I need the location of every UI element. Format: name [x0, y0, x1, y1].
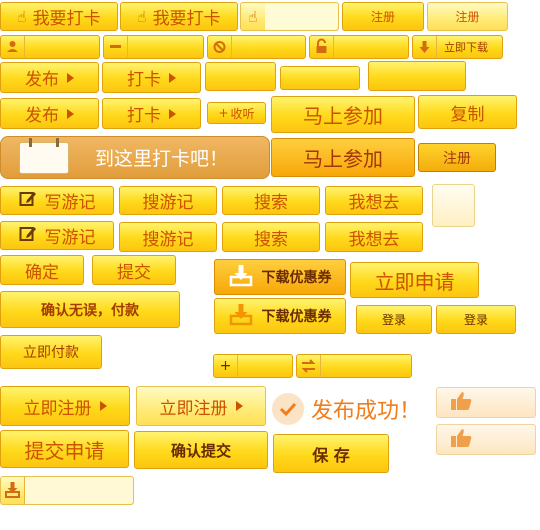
arrow-right-icon [67, 108, 74, 119]
register-button-dark[interactable]: 注册 [418, 143, 496, 172]
search-notes-button-1[interactable]: 搜游记 [119, 186, 217, 215]
pencil-edit-icon [19, 225, 37, 247]
register-now-button-2[interactable]: 立即注册 [136, 386, 266, 426]
register-button[interactable]: 注册 [342, 2, 424, 31]
register-button-light[interactable]: 注册 [427, 2, 508, 31]
follow-button[interactable]: + 收听 [207, 102, 266, 124]
like-button-2[interactable] [436, 424, 536, 455]
blank-button-2[interactable] [280, 66, 360, 90]
pointing-hand-icon: ☝ [248, 8, 258, 26]
search-notes-button-2[interactable]: 搜游记 [119, 222, 217, 252]
submit-application-button[interactable]: 提交申请 [0, 430, 129, 468]
arrow-right-icon [169, 72, 176, 83]
arrow-right-icon [235, 401, 243, 411]
pay-now-button[interactable]: 立即付款 [0, 335, 102, 369]
checkin-button-1[interactable]: ☝ 我要打卡 [0, 2, 118, 31]
download-now-button[interactable]: 立即下载 [412, 35, 503, 59]
download-arrow-icon [229, 263, 253, 291]
checkin-arrow-button-2[interactable]: 打卡 [102, 98, 201, 129]
join-now-button-2[interactable]: 马上参加 [271, 138, 415, 177]
check-circle-icon [272, 393, 304, 425]
download-arrow-icon [229, 302, 253, 330]
user-icon [1, 36, 25, 58]
checkin-button-2[interactable]: ☝ 我要打卡 [120, 2, 238, 31]
pointing-hand-icon: ☝ [137, 7, 147, 26]
swap-input[interactable] [296, 354, 412, 378]
arrow-right-icon [169, 108, 176, 119]
publish-button-2[interactable]: 发布 [0, 98, 99, 129]
register-now-button-1[interactable]: 立即注册 [0, 386, 130, 426]
user-input[interactable] [0, 35, 100, 59]
thumbs-up-icon [450, 428, 472, 452]
search-button-1[interactable]: 搜索 [222, 186, 320, 215]
forbidden-icon [208, 36, 232, 58]
confirm-pay-button[interactable]: 确认无误，付款 [0, 291, 180, 328]
plus-icon: + [214, 355, 238, 377]
publish-button-1[interactable]: 发布 [0, 62, 99, 93]
lock-icon [310, 36, 334, 58]
want-to-go-button-1[interactable]: 我想去 [325, 186, 423, 215]
download-arrow-icon [1, 477, 25, 504]
blank-button-3[interactable] [368, 61, 466, 91]
download-arrow-icon [413, 36, 437, 58]
pointing-hand-icon: ☝ [17, 7, 27, 26]
confirm-button[interactable]: 确定 [0, 255, 84, 285]
swap-arrows-icon [297, 355, 321, 377]
write-note-button-2[interactable]: 写游记 [0, 221, 114, 250]
apply-now-button[interactable]: 立即申请 [350, 262, 479, 298]
minus-icon [104, 36, 128, 58]
blank-square[interactable] [432, 184, 475, 227]
checkin-arrow-button-1[interactable]: 打卡 [102, 62, 201, 93]
calendar-icon [19, 137, 69, 174]
forbidden-input[interactable] [207, 35, 306, 59]
plus-input[interactable]: + [213, 354, 293, 378]
pencil-edit-icon [19, 190, 37, 212]
minus-input[interactable] [103, 35, 204, 59]
login-button-2[interactable]: 登录 [436, 305, 516, 334]
submit-button[interactable]: 提交 [92, 255, 176, 285]
login-button-1[interactable]: 登录 [356, 305, 432, 334]
checkin-here-banner[interactable]: 到这里打卡吧！ [0, 136, 270, 179]
confirm-submit-button[interactable]: 确认提交 [134, 431, 268, 469]
download-input[interactable] [0, 476, 134, 505]
lock-input[interactable] [309, 35, 409, 59]
arrow-right-icon [99, 401, 107, 411]
checkin-icon-field[interactable]: ☝ [240, 2, 339, 31]
like-button-1[interactable] [436, 387, 536, 418]
write-note-button-1[interactable]: 写游记 [0, 186, 114, 215]
join-now-button-1[interactable]: 马上参加 [271, 96, 415, 133]
copy-button[interactable]: 复制 [418, 95, 517, 129]
thumbs-up-icon [450, 391, 472, 415]
save-button[interactable]: 保 存 [273, 434, 389, 473]
search-button-2[interactable]: 搜索 [222, 222, 320, 252]
blank-button-1[interactable] [205, 62, 276, 91]
publish-success-message: 发布成功！ [272, 390, 421, 428]
download-coupon-button-2[interactable]: 下载优惠券 [214, 298, 346, 334]
download-coupon-button-1[interactable]: 下载优惠券 [214, 259, 346, 295]
arrow-right-icon [67, 72, 74, 83]
want-to-go-button-2[interactable]: 我想去 [325, 222, 423, 252]
